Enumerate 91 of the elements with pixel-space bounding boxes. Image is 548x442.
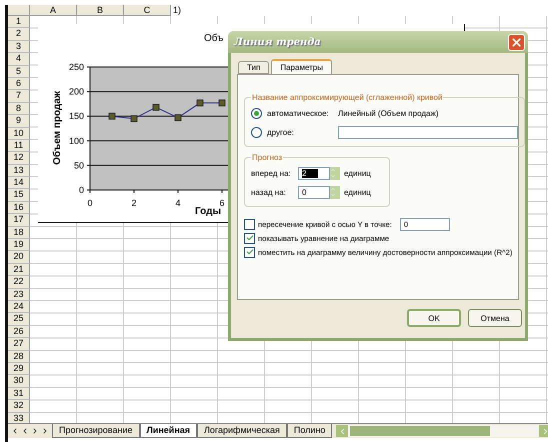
row-header[interactable]: 28 (8, 350, 30, 363)
y-tick-label: 50 (74, 160, 84, 170)
close-icon (510, 36, 523, 48)
row-header[interactable]: 14 (8, 177, 30, 190)
row-header[interactable]: 26 (8, 326, 30, 338)
data-point-marker (130, 115, 138, 122)
period-input-field[interactable]: 2 (298, 167, 330, 180)
checkbox[interactable] (244, 232, 255, 244)
row-header[interactable]: 15 (8, 189, 30, 202)
data-point-marker (152, 104, 160, 111)
scroll-thumb[interactable] (350, 426, 490, 436)
forecast-label: назад на: (251, 188, 287, 197)
row-header[interactable]: 13 (8, 164, 30, 178)
row-header[interactable]: 10 (8, 128, 30, 140)
horizontal-scrollbar[interactable] (336, 425, 548, 437)
forecast-label: вперед на: (251, 169, 292, 178)
row-header[interactable]: 23 (8, 288, 30, 301)
row-header[interactable]: 1 (8, 16, 30, 28)
auto-name-text: Линейный (Объем продаж) (338, 109, 438, 118)
row-header[interactable]: 18 (8, 226, 30, 240)
last-sheet-icon[interactable] (41, 427, 49, 435)
data-point-marker (174, 114, 182, 122)
dialog-tab[interactable]: Тип (238, 61, 270, 74)
radio-label: автоматическое: (267, 109, 330, 118)
x-tick-label: 4 (176, 198, 180, 208)
group-legend: Название аппроксимирующей (сглаженной) кривой (251, 93, 444, 102)
x-tick-label: 0 (88, 198, 92, 208)
row-header[interactable]: 11 (8, 140, 30, 152)
corner-cell[interactable] (8, 5, 30, 16)
period-input-field[interactable]: 0 (298, 186, 330, 199)
dialog-button[interactable]: Отмена (468, 309, 522, 327)
dialog-tab[interactable]: Параметры (271, 59, 332, 74)
y-tick-label: 250 (68, 62, 84, 72)
row-header[interactable]: 3 (8, 40, 30, 54)
x-tick-label: 6 (220, 198, 224, 208)
dialog-title: Линия тренда (234, 36, 321, 48)
row-header[interactable]: 7 (8, 90, 30, 103)
checkbox[interactable] (244, 246, 255, 258)
row-header[interactable]: 25 (8, 313, 30, 326)
note-text: 1) (173, 5, 182, 16)
data-point-marker (196, 100, 204, 106)
row-header[interactable]: 12 (8, 152, 30, 165)
chart-title: Объ (204, 33, 224, 44)
radio-label: другое: (267, 128, 295, 137)
radio-button[interactable] (251, 108, 262, 119)
name-input-field[interactable] (338, 126, 518, 139)
y-tick-label: 100 (68, 136, 84, 146)
checkbox[interactable] (244, 218, 255, 230)
sheet-tab[interactable]: Прогнозирование (52, 424, 140, 438)
y-tick-label: 200 (68, 86, 84, 97)
row-header[interactable]: 33 (8, 412, 30, 423)
sheet-tab[interactable]: Линейная (140, 424, 198, 438)
unit-label: единиц (344, 169, 371, 178)
y-tick-label: 150 (68, 111, 84, 122)
unit-label: единиц (344, 188, 371, 197)
row-header[interactable]: 5 (8, 66, 30, 78)
row-header[interactable]: 20 (8, 251, 30, 264)
sheet-tab[interactable]: Полино (286, 424, 332, 438)
row-header[interactable]: 30 (8, 375, 30, 388)
y-axis-title: Объем продаж (52, 91, 63, 165)
close-button[interactable] (508, 34, 525, 50)
row-header[interactable]: 9 (8, 115, 30, 128)
row-header[interactable]: 17 (8, 214, 30, 227)
row-header[interactable]: 16 (8, 202, 30, 214)
row-header[interactable]: 31 (8, 388, 30, 400)
row-header[interactable]: 29 (8, 362, 30, 376)
row-header[interactable]: 8 (8, 102, 30, 116)
group-legend: Прогноз (251, 153, 284, 162)
sheet-tab[interactable]: Логарифмическая (197, 424, 287, 438)
column-header[interactable]: A (30, 5, 77, 16)
column-header[interactable]: C (124, 5, 171, 16)
row-header[interactable]: 4 (8, 53, 30, 66)
row-header[interactable]: 24 (8, 300, 30, 314)
row-header[interactable]: 2 (8, 28, 30, 41)
previous-sheet-icon[interactable] (21, 427, 29, 435)
radio-button[interactable] (251, 127, 262, 138)
row-header[interactable]: 32 (8, 400, 30, 412)
dialog-button[interactable]: OK (407, 309, 461, 327)
x-axis-title: Годы (194, 206, 222, 217)
row-header[interactable]: 21 (8, 264, 30, 276)
x-tick-label: 2 (132, 198, 136, 208)
first-sheet-icon[interactable] (11, 427, 19, 435)
row-header[interactable]: 22 (8, 276, 30, 289)
row-header[interactable]: 27 (8, 338, 30, 351)
column-header[interactable]: B (77, 5, 124, 16)
row-header[interactable]: 19 (8, 239, 30, 252)
data-point-marker (108, 112, 116, 120)
row-header[interactable]: 6 (8, 78, 30, 90)
y-tick-label: 0 (78, 185, 84, 195)
data-point-marker (218, 100, 226, 106)
next-sheet-icon[interactable] (31, 427, 39, 435)
